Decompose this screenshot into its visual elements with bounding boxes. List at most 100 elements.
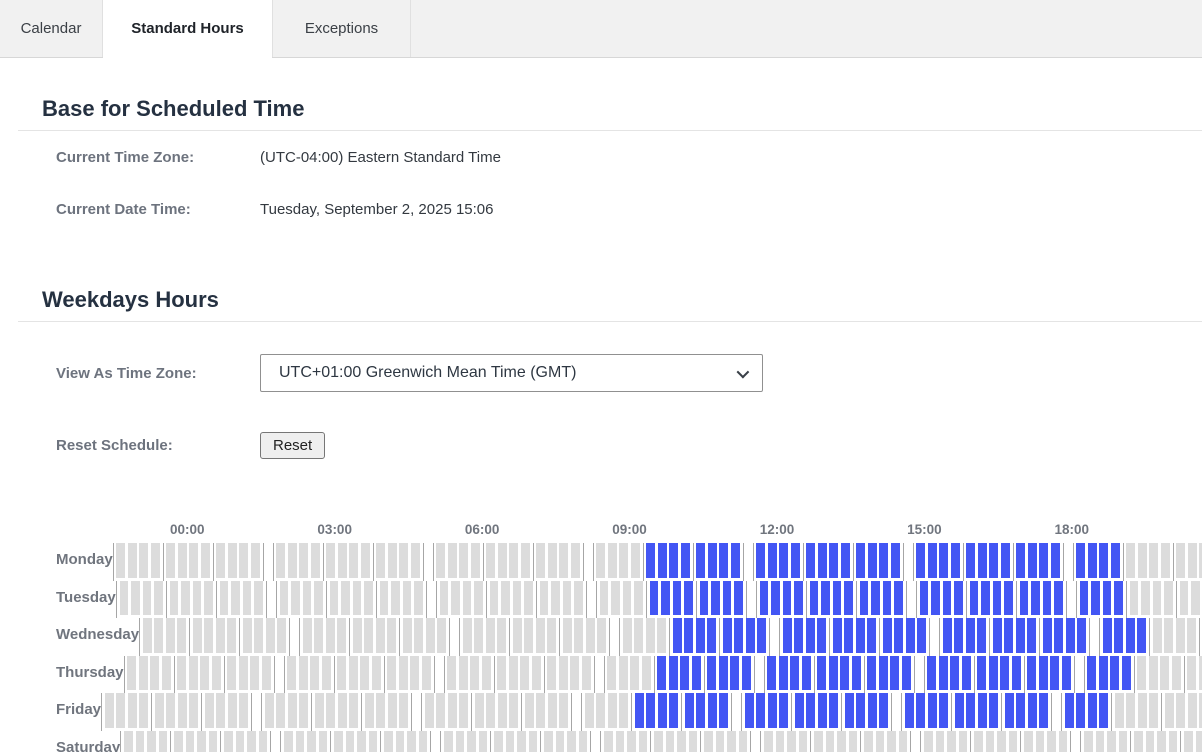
schedule-cell[interactable] bbox=[806, 618, 815, 653]
schedule-cell[interactable] bbox=[326, 543, 335, 578]
schedule-cell[interactable] bbox=[1153, 618, 1162, 653]
schedule-cell[interactable] bbox=[388, 543, 397, 578]
schedule-cell[interactable] bbox=[166, 693, 175, 728]
schedule-cell[interactable] bbox=[685, 693, 694, 728]
schedule-cell[interactable] bbox=[596, 543, 605, 578]
schedule-cell[interactable] bbox=[291, 581, 300, 616]
schedule-cell[interactable] bbox=[506, 731, 515, 752]
schedule-cell[interactable] bbox=[684, 581, 693, 616]
schedule-cell[interactable] bbox=[262, 656, 271, 691]
schedule-cell[interactable] bbox=[524, 618, 533, 653]
schedule-cell[interactable] bbox=[376, 618, 385, 653]
schedule-cell[interactable] bbox=[467, 731, 476, 752]
schedule-cell[interactable] bbox=[391, 581, 400, 616]
schedule-cell[interactable] bbox=[756, 693, 765, 728]
schedule-cell[interactable] bbox=[570, 656, 579, 691]
schedule-cell[interactable] bbox=[1016, 693, 1025, 728]
schedule-cell[interactable] bbox=[1000, 656, 1009, 691]
schedule-cell[interactable] bbox=[1134, 731, 1143, 752]
schedule-cell[interactable] bbox=[849, 731, 858, 752]
schedule-cell[interactable] bbox=[673, 581, 682, 616]
schedule-cell[interactable] bbox=[1080, 581, 1089, 616]
schedule-cell[interactable] bbox=[978, 693, 987, 728]
schedule-cell[interactable] bbox=[216, 693, 225, 728]
schedule-cell[interactable] bbox=[559, 543, 568, 578]
schedule-cell[interactable] bbox=[494, 731, 503, 752]
schedule-cell[interactable] bbox=[319, 731, 328, 752]
schedule-cell[interactable] bbox=[760, 581, 769, 616]
schedule-cell[interactable] bbox=[739, 731, 748, 752]
schedule-cell[interactable] bbox=[486, 543, 495, 578]
schedule-cell[interactable] bbox=[1076, 693, 1085, 728]
schedule-cell[interactable] bbox=[826, 731, 835, 752]
schedule-cell[interactable] bbox=[745, 693, 754, 728]
schedule-cell[interactable] bbox=[708, 543, 717, 578]
schedule-cell[interactable] bbox=[1043, 618, 1052, 653]
schedule-cell[interactable] bbox=[962, 656, 971, 691]
schedule-cell[interactable] bbox=[463, 581, 472, 616]
schedule-cell[interactable] bbox=[1149, 543, 1158, 578]
schedule-cell[interactable] bbox=[731, 543, 740, 578]
schedule-cell[interactable] bbox=[768, 543, 777, 578]
schedule-cell[interactable] bbox=[829, 693, 838, 728]
schedule-cell[interactable] bbox=[669, 693, 678, 728]
schedule-cell[interactable] bbox=[556, 731, 565, 752]
schedule-cell[interactable] bbox=[116, 693, 125, 728]
schedule-cell[interactable] bbox=[357, 731, 366, 752]
schedule-cell[interactable] bbox=[310, 656, 319, 691]
schedule-cell[interactable] bbox=[471, 543, 480, 578]
schedule-cell[interactable] bbox=[795, 693, 804, 728]
schedule-cell[interactable] bbox=[959, 731, 968, 752]
schedule-cell[interactable] bbox=[365, 693, 374, 728]
schedule-cell[interactable] bbox=[1050, 656, 1059, 691]
schedule-cell[interactable] bbox=[448, 543, 457, 578]
schedule-cell[interactable] bbox=[521, 543, 530, 578]
schedule-cell[interactable] bbox=[307, 731, 316, 752]
schedule-cell[interactable] bbox=[563, 618, 572, 653]
schedule-cell[interactable] bbox=[181, 581, 190, 616]
schedule-cell[interactable] bbox=[1099, 543, 1108, 578]
schedule-cell[interactable] bbox=[437, 618, 446, 653]
schedule-cell[interactable] bbox=[856, 693, 865, 728]
schedule-cell[interactable] bbox=[422, 656, 431, 691]
schedule-cell[interactable] bbox=[349, 543, 358, 578]
schedule-cell[interactable] bbox=[204, 581, 213, 616]
schedule-cell[interactable] bbox=[548, 693, 557, 728]
schedule-cell[interactable] bbox=[193, 618, 202, 653]
schedule-cell[interactable] bbox=[567, 731, 576, 752]
schedule-cell[interactable] bbox=[600, 581, 609, 616]
schedule-cell[interactable] bbox=[794, 618, 803, 653]
schedule-cell[interactable] bbox=[879, 656, 888, 691]
schedule-cell[interactable] bbox=[143, 618, 152, 653]
schedule-cell[interactable] bbox=[205, 693, 214, 728]
schedule-cell[interactable] bbox=[1088, 543, 1097, 578]
schedule-cell[interactable] bbox=[116, 543, 125, 578]
schedule-cell[interactable] bbox=[1091, 581, 1100, 616]
schedule-cell[interactable] bbox=[916, 543, 925, 578]
schedule-cell[interactable] bbox=[236, 731, 245, 752]
schedule-cell[interactable] bbox=[719, 656, 728, 691]
schedule-cell[interactable] bbox=[479, 731, 488, 752]
schedule-cell[interactable] bbox=[337, 656, 346, 691]
schedule-cell[interactable] bbox=[1169, 731, 1178, 752]
schedule-cell[interactable] bbox=[818, 693, 827, 728]
schedule-cell[interactable] bbox=[399, 693, 408, 728]
schedule-cell[interactable] bbox=[840, 656, 849, 691]
schedule-cell[interactable] bbox=[513, 581, 522, 616]
schedule-cell[interactable] bbox=[818, 543, 827, 578]
schedule-cell[interactable] bbox=[559, 693, 568, 728]
schedule-cell[interactable] bbox=[746, 618, 755, 653]
schedule-cell[interactable] bbox=[716, 731, 725, 752]
schedule-cell[interactable] bbox=[696, 618, 705, 653]
schedule-cell[interactable] bbox=[414, 618, 423, 653]
schedule-cell[interactable] bbox=[574, 581, 583, 616]
schedule-cell[interactable] bbox=[790, 656, 799, 691]
schedule-cell[interactable] bbox=[486, 618, 495, 653]
schedule-cell[interactable] bbox=[1146, 731, 1155, 752]
schedule-cell[interactable] bbox=[1004, 618, 1013, 653]
schedule-cell[interactable] bbox=[1187, 656, 1196, 691]
schedule-cell[interactable] bbox=[159, 731, 168, 752]
schedule-cell[interactable] bbox=[1114, 618, 1123, 653]
schedule-cell[interactable] bbox=[419, 731, 428, 752]
schedule-cell[interactable] bbox=[1039, 543, 1048, 578]
